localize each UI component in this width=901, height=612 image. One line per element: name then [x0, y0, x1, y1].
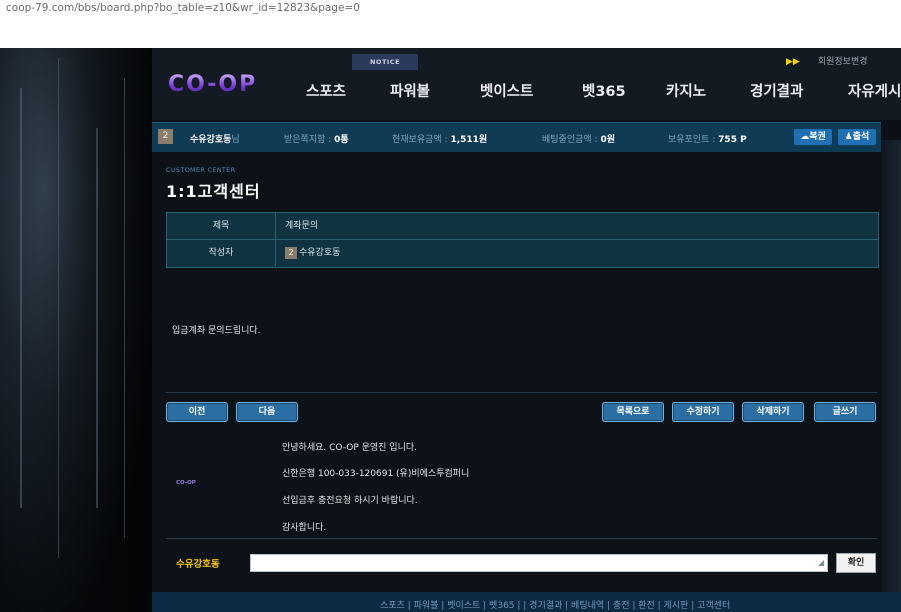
member-info-link[interactable]: 회원정보변경: [818, 57, 868, 67]
delete-button[interactable]: 삭제하기: [742, 402, 804, 422]
divider-bottom: [166, 538, 877, 539]
comment-submit-button[interactable]: 확인: [836, 553, 876, 573]
play-icon[interactable]: ▶▶: [786, 57, 800, 67]
menu-item-powerball[interactable]: 파워볼: [390, 80, 430, 101]
post-body: 입금계좌 문의드립니다.: [172, 326, 261, 336]
browser-address-bar[interactable]: coop-79.com/bbs/board.php?bo_table=z10&w…: [0, 0, 901, 48]
comment-input[interactable]: [250, 554, 828, 572]
section-label: CUSTOMER CENTER: [166, 166, 236, 174]
post-info-table: 제목 계좌문의 작성자 2 수유강호동: [166, 212, 879, 268]
signature-line-4: 감사합니다.: [282, 523, 327, 533]
menu-item-casino[interactable]: 카지노: [666, 80, 706, 101]
author-level-badge: 2: [285, 246, 297, 259]
write-button[interactable]: 글쓰기: [814, 402, 876, 422]
received-messages[interactable]: 받은쪽지함 : 0통: [284, 132, 349, 145]
signature-line-3: 선입금후 충전요청 하시기 바랍니다.: [282, 496, 418, 506]
user-info-bar: [152, 122, 881, 154]
points: 보유포인트 : 755 P: [668, 135, 747, 145]
edit-button[interactable]: 수정하기: [672, 402, 734, 422]
username: 수유강호동: [190, 135, 232, 145]
divider-top: [166, 392, 877, 393]
signature-line-2: 신한은행 100-033-120691 (유)비에스투컴퍼니: [282, 469, 470, 479]
lottery-button[interactable]: ☁복권: [794, 129, 832, 145]
betting-amount: 베팅중인금액 : 0원: [542, 135, 615, 145]
balance: 현재보유금액 : 1,511원: [392, 135, 488, 145]
person-icon: ♟: [844, 132, 853, 142]
footer-links[interactable]: 스포츠 | 파워볼 | 벳이스트 | 벳365 | | 경기결과 | 베팅내역 …: [380, 598, 730, 611]
author-row: 작성자 2 수유강호동: [167, 240, 878, 266]
subject-header: 제목: [167, 213, 276, 239]
user-name-label: 수유강호동님: [190, 132, 240, 145]
user-suffix: 님: [231, 135, 240, 145]
resize-grip-icon[interactable]: ◢: [818, 558, 826, 568]
author-header: 작성자: [167, 240, 276, 266]
signature-line-1: 안녕하세요. CO-OP 운영진 입니다.: [282, 443, 418, 453]
menu-item-bet365[interactable]: 벳365: [582, 80, 626, 101]
notice-tab[interactable]: NOTICE: [352, 54, 418, 70]
author-cell: 2 수유강호동: [285, 240, 340, 266]
level-badge: 2: [158, 129, 173, 144]
cloud-icon: ☁: [800, 132, 810, 142]
comment-author: 수유강호동: [176, 559, 220, 570]
menu-item-sports[interactable]: 스포츠: [306, 80, 346, 101]
menu-item-betest[interactable]: 벳이스트: [480, 80, 533, 101]
background-art-left: [0, 48, 152, 612]
menu-item-results[interactable]: 경기결과: [750, 80, 803, 101]
top-right-area: ▶▶ 회원정보변경: [786, 54, 868, 67]
author-value: 수유강호동: [299, 248, 341, 258]
page-title: 1:1고객센터: [166, 182, 261, 201]
address-url[interactable]: coop-79.com/bbs/board.php?bo_table=z10&w…: [6, 2, 360, 14]
list-button[interactable]: 목록으로: [602, 402, 664, 422]
signature-logo: CO-OP: [176, 480, 196, 486]
attendance-button[interactable]: ♟출석: [838, 129, 876, 145]
subject-row: 제목 계좌문의: [167, 213, 878, 240]
menu-item-freeboard[interactable]: 자유게시: [848, 80, 901, 101]
next-button[interactable]: 다음: [236, 402, 298, 422]
site-logo[interactable]: CO-OP: [168, 72, 257, 97]
subject-value: 계좌문의: [285, 221, 319, 231]
prev-button[interactable]: 이전: [166, 402, 228, 422]
